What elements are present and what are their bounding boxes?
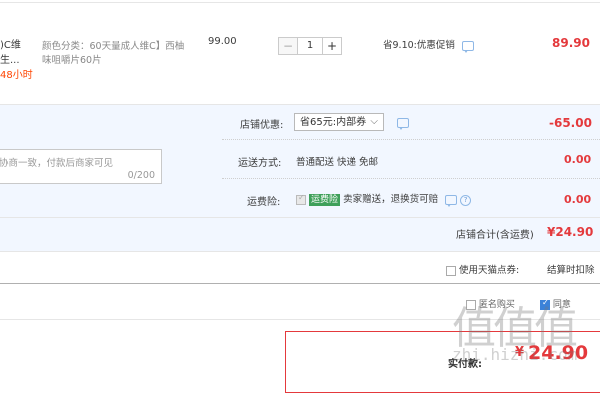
insurance-checkbox[interactable] <box>296 193 306 205</box>
shop-discount-select-value: 省65元:内部券 <box>300 117 367 128</box>
divider-item <box>0 104 600 105</box>
shop-discount-select[interactable]: 省65元:内部券 ⌵ <box>294 113 384 131</box>
divider-options <box>0 283 600 284</box>
buyer-message-placeholder: 协商一致，付款后商家可见 <box>0 158 114 169</box>
shipping-label: 运送方式: <box>238 158 282 169</box>
divider-shop-total <box>0 251 600 252</box>
watermark-text: zhi.hizhi.com <box>452 345 578 364</box>
insurance-label: 运费险: <box>247 197 281 208</box>
promo-info-icon[interactable] <box>461 40 474 53</box>
qty-input[interactable]: 1 <box>298 37 322 55</box>
divider-shipping <box>222 178 600 179</box>
insurance-badge: 运费险 <box>309 194 341 206</box>
shipping-amount: 0.00 <box>564 153 592 166</box>
insurance-text: 卖家赠送，退换货可赔 <box>343 194 439 205</box>
shop-discount-amount: -65.00 <box>549 116 592 130</box>
tmall-coupon-row[interactable]: 使用天猫点券: <box>446 262 519 276</box>
shop-total-label: 店铺合计(含运费) <box>456 230 534 241</box>
quantity-stepper[interactable]: − 1 + <box>278 37 342 55</box>
shop-total-amount: ¥24.90 <box>547 225 594 239</box>
item-subtotal: 89.90 <box>552 36 590 50</box>
divider-discount <box>222 139 600 140</box>
item-title[interactable]: )C维生... <box>0 36 38 66</box>
insurance-chat-icon[interactable] <box>445 194 458 207</box>
shipping-value: 普通配送 快递 免邮 <box>296 157 379 168</box>
item-saving-text: 省9.10:优惠促销 <box>383 40 455 51</box>
item-unit-price: 99.00 <box>208 36 237 47</box>
insurance-row: 运费险 卖家赠送，退换货可赔 ? <box>296 191 472 207</box>
tmall-coupon-checkbox[interactable] <box>446 265 456 276</box>
top-divider <box>0 2 600 3</box>
qty-plus-button[interactable]: + <box>322 37 342 55</box>
settle-text: 结算时扣除 <box>547 265 595 276</box>
item-saving: 省9.10:优惠促销 <box>383 37 474 53</box>
divider-insurance <box>0 217 600 218</box>
item-sku-line1: 颜色分类：60天量成人维C】西柚 <box>42 41 185 52</box>
chevron-down-icon: ⌵ <box>370 116 378 127</box>
qty-minus-button[interactable]: − <box>278 37 298 55</box>
insurance-amount: 0.00 <box>564 193 592 206</box>
item-sku-line2: 味咀嚼片60片 <box>42 55 102 66</box>
discount-info-icon[interactable] <box>397 118 409 130</box>
insurance-help-icon[interactable]: ? <box>460 195 472 206</box>
tmall-coupon-label: 使用天猫点券: <box>459 265 520 276</box>
item-time-left: 48小时 <box>0 70 33 81</box>
shop-discount-label: 店铺优惠: <box>240 120 284 131</box>
buyer-message-counter: 0/200 <box>127 170 155 181</box>
buyer-message-input[interactable]: 协商一致，付款后商家可见 0/200 <box>0 149 162 184</box>
